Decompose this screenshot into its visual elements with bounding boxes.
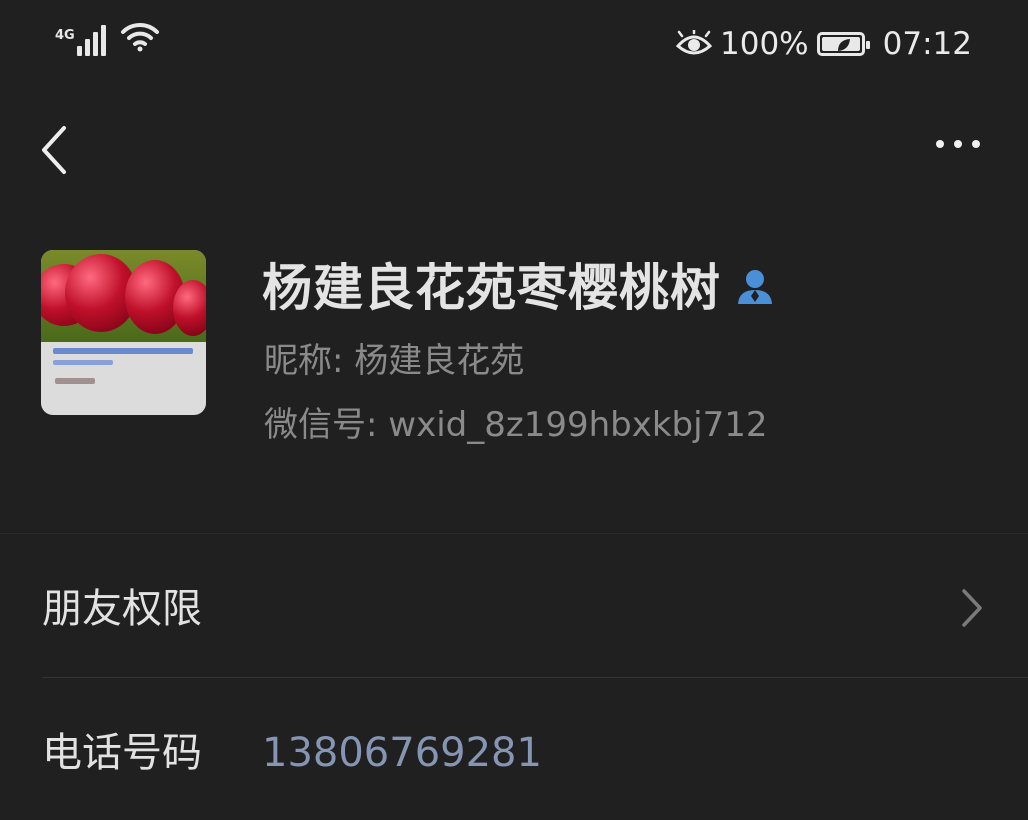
clock: 07:12 (882, 26, 972, 62)
phone-number-link[interactable]: 13806769281 (262, 725, 542, 781)
status-bar-right: 100% 07:12 (676, 26, 972, 62)
phone-row: 电话号码 13806769281 (0, 680, 1028, 820)
avatar-photo (41, 250, 206, 342)
name-row: 杨建良花苑枣樱桃树 (262, 256, 775, 320)
phone-label: 电话号码 (42, 730, 202, 776)
profile-header: 杨建良花苑枣樱桃树 昵称: 杨建良花苑 微信号: wxid_8z199hbxkb… (0, 230, 1028, 530)
nickname: 昵称: 杨建良花苑 (264, 341, 525, 381)
friend-permissions-label: 朋友权限 (42, 586, 202, 632)
contact-person-icon (738, 270, 772, 304)
chevron-right-icon (962, 589, 982, 627)
status-bar-left: 4G (55, 22, 160, 56)
status-bar: 4G 100% 07:12 (0, 0, 1028, 90)
nav-bar (0, 100, 1028, 200)
network-type: 4G (55, 28, 75, 43)
wifi-icon (120, 22, 159, 52)
divider (0, 533, 1028, 534)
battery-icon (816, 32, 870, 56)
divider (42, 677, 1028, 678)
eye-icon (676, 30, 713, 55)
display-name: 杨建良花苑枣樱桃树 (262, 259, 721, 317)
signal-icon (76, 22, 106, 56)
wechat-id: 微信号: wxid_8z199hbxkbj712 (264, 405, 768, 445)
battery-percent: 100% (720, 26, 809, 62)
chevron-left-icon[interactable] (36, 120, 76, 180)
more-dots-icon[interactable] (936, 140, 980, 148)
friend-permissions-row[interactable]: 朋友权限 (0, 537, 1028, 677)
avatar[interactable] (41, 250, 206, 415)
